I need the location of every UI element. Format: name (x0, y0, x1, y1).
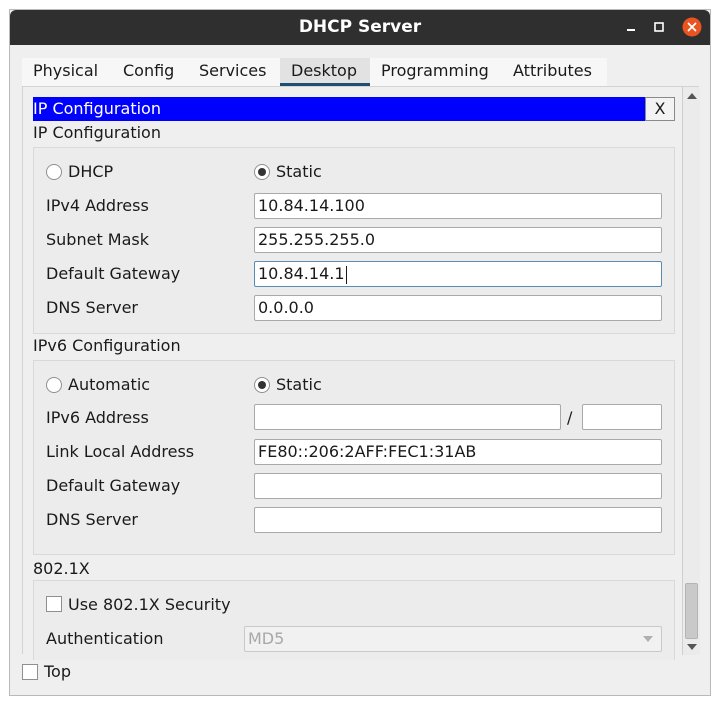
maximize-icon[interactable] (650, 18, 668, 36)
scroll-up-icon[interactable] (686, 91, 698, 101)
window-title: DHCP Server (298, 17, 422, 37)
tab-services[interactable]: Services (188, 58, 280, 86)
ipv6-address-label: IPv6 Address (46, 408, 149, 427)
dns-server-label: DNS Server (46, 298, 138, 317)
automatic-radio[interactable] (46, 377, 62, 393)
link-local-address-label: Link Local Address (46, 442, 195, 461)
link-local-address-input[interactable]: FE80::206:2AFF:FEC1:31AB (254, 439, 662, 465)
close-ip-config-button[interactable]: X (645, 97, 675, 121)
dhcp-radio[interactable] (46, 164, 62, 180)
ip-configuration-header: IP Configuration (33, 97, 645, 121)
ipv4-section-title: IP Configuration (33, 123, 161, 142)
ipv6-static-radio[interactable] (254, 377, 270, 393)
authentication-label: Authentication (46, 629, 164, 648)
static-radio[interactable] (254, 164, 270, 180)
dot1x-section-title: 802.1X (33, 559, 90, 578)
ipv6-prefix-input[interactable] (582, 404, 662, 430)
ipv6-default-gateway-input[interactable] (254, 473, 662, 499)
ipv6-dns-server-input[interactable] (254, 507, 662, 533)
ipv4-panel: DHCP Static IPv4 Address 10.84.14.100 Su… (33, 147, 675, 334)
ipv6-section-title: IPv6 Configuration (33, 336, 181, 355)
close-icon[interactable] (682, 17, 702, 37)
tab-desktop[interactable]: Desktop (280, 58, 370, 86)
default-gateway-value: 10.84.14.1 (258, 264, 345, 283)
authentication-select[interactable]: MD5 (244, 626, 662, 652)
tab-programming[interactable]: Programming (370, 58, 502, 86)
static-radio-dot (258, 168, 266, 176)
subnet-mask-label: Subnet Mask (46, 230, 150, 249)
prefix-separator: / (567, 408, 573, 427)
text-caret (345, 265, 347, 284)
ipv4-address-input[interactable]: 10.84.14.100 (254, 193, 662, 219)
default-gateway-label: Default Gateway (46, 264, 181, 283)
dhcp-label: DHCP (68, 162, 114, 181)
ipv4-address-label: IPv4 Address (46, 196, 149, 215)
tab-config[interactable]: Config (112, 58, 188, 86)
ipv6-static-radio-dot (258, 381, 266, 389)
subnet-mask-input[interactable]: 255.255.255.0 (254, 227, 662, 253)
use-8021x-label: Use 802.1X Security (68, 595, 231, 614)
default-gateway-input[interactable]: 10.84.14.1 (254, 261, 662, 287)
ipv6-static-label: Static (276, 375, 322, 394)
dns-server-input[interactable]: 0.0.0.0 (254, 295, 662, 321)
title-bar[interactable]: DHCP Server (10, 10, 710, 45)
tab-attributes[interactable]: Attributes (502, 58, 607, 86)
dhcp-server-window: DHCP Server Physical Config Services Des… (9, 9, 711, 696)
dot1x-panel: Use 802.1X Security Authentication MD5 (33, 580, 675, 660)
ipv6-default-gateway-label: Default Gateway (46, 476, 181, 495)
desktop-content: IP Configuration X IP Configuration DHCP… (22, 86, 700, 660)
scrollbar-thumb[interactable] (685, 583, 698, 639)
top-label: Top (44, 662, 71, 681)
authentication-value: MD5 (248, 629, 285, 648)
ipv6-dns-server-label: DNS Server (46, 510, 138, 529)
use-8021x-checkbox[interactable] (46, 596, 62, 612)
vertical-scrollbar[interactable] (682, 87, 700, 655)
chevron-down-icon (643, 636, 653, 642)
automatic-label: Automatic (68, 375, 151, 394)
minimize-icon[interactable] (622, 18, 640, 36)
static-label: Static (276, 162, 322, 181)
ipv6-address-input[interactable] (254, 404, 561, 430)
top-checkbox[interactable] (22, 664, 38, 680)
ipv6-panel: Automatic Static IPv6 Address / Link Loc… (33, 360, 675, 555)
tab-physical[interactable]: Physical (22, 58, 112, 86)
scroll-down-icon[interactable] (686, 643, 698, 651)
